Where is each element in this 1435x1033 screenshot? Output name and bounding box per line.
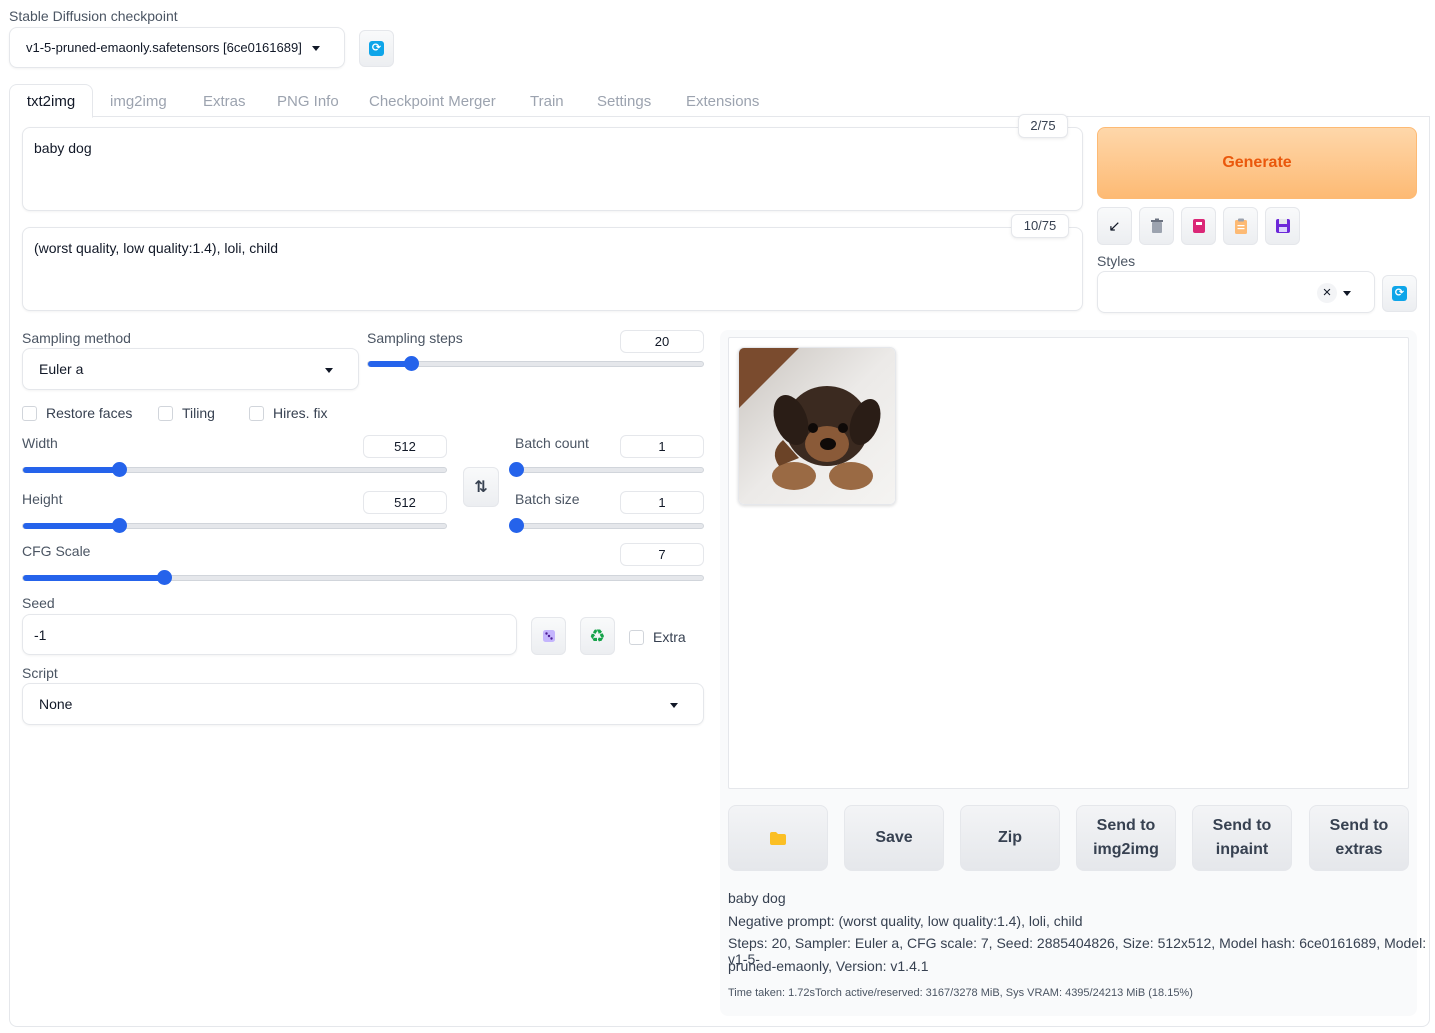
generate-button[interactable]: Generate: [1097, 127, 1417, 199]
script-dropdown[interactable]: None: [22, 683, 704, 725]
clear-styles-icon[interactable]: ×: [1317, 283, 1337, 303]
tab-checkpoint-merger[interactable]: Checkpoint Merger: [369, 93, 496, 110]
chevron-down-icon: [1343, 291, 1351, 296]
info-prompt: baby dog: [728, 890, 786, 906]
show-extra-networks-button[interactable]: [1181, 207, 1216, 245]
sampling-steps-slider[interactable]: [367, 356, 704, 371]
chevron-down-icon: [312, 46, 320, 51]
height-fill: [23, 523, 119, 529]
height-slider[interactable]: [22, 518, 447, 533]
folder-icon: [770, 831, 786, 845]
restore-faces-checkbox[interactable]: [22, 406, 37, 421]
batch-count-input[interactable]: 1: [620, 435, 704, 458]
tab-txt2img[interactable]: txt2img: [9, 84, 93, 118]
checkpoint-value: v1-5-pruned-emaonly.safetensors [6ce0161…: [26, 40, 302, 55]
output-gallery: [728, 337, 1409, 789]
send-to-inpaint-button[interactable]: Send to inpaint: [1192, 805, 1292, 871]
tab-train[interactable]: Train: [530, 93, 564, 110]
random-seed-button[interactable]: [531, 617, 566, 655]
seed-input[interactable]: -1: [22, 614, 517, 655]
save-button[interactable]: Save: [844, 805, 944, 871]
refresh-icon: ⟳: [369, 41, 384, 56]
open-folder-button[interactable]: [728, 805, 828, 871]
script-label: Script: [22, 665, 58, 681]
tiling-checkbox[interactable]: [158, 406, 173, 421]
tiling-label: Tiling: [182, 405, 215, 421]
swap-arrows-icon: ⇅: [474, 479, 488, 496]
prompt-token-counter: 2/75: [1018, 114, 1068, 138]
clear-prompt-button[interactable]: [1139, 207, 1174, 245]
batch-size-thumb[interactable]: [509, 518, 524, 533]
refresh-styles-button[interactable]: ⟳: [1382, 275, 1417, 312]
extra-seed-label: Extra: [653, 629, 686, 645]
send-to-extras-button[interactable]: Send to extras: [1309, 805, 1409, 871]
floppy-disk-icon: [1275, 219, 1290, 233]
sampling-steps-label: Sampling steps: [367, 330, 463, 346]
width-thumb[interactable]: [111, 462, 127, 477]
sampling-method-dropdown[interactable]: Euler a: [22, 348, 359, 390]
negative-prompt-textarea[interactable]: (worst quality, low quality:1.4), loli, …: [22, 227, 1083, 311]
width-fill: [23, 467, 119, 473]
refresh-icon: ⟳: [1392, 286, 1407, 301]
arrow-down-left-icon: ↙: [1108, 218, 1121, 235]
chevron-down-icon: [325, 368, 333, 373]
puppy-image: [739, 348, 895, 504]
tab-settings[interactable]: Settings: [597, 93, 651, 110]
send-to-img2img-button[interactable]: Send to img2img: [1076, 805, 1176, 871]
checkpoint-label: Stable Diffusion checkpoint: [9, 8, 178, 24]
styles-label: Styles: [1097, 253, 1136, 269]
sampling-steps-input[interactable]: 20: [620, 330, 704, 353]
save-style-button[interactable]: [1265, 207, 1300, 245]
extra-seed-checkbox[interactable]: [629, 630, 644, 645]
sampling-method-label: Sampling method: [22, 330, 131, 346]
clipboard-icon: [1234, 218, 1247, 234]
apply-styles-button[interactable]: [1223, 207, 1258, 245]
batch-size-slider[interactable]: [509, 518, 704, 533]
checkpoint-dropdown[interactable]: v1-5-pruned-emaonly.safetensors [6ce0161…: [9, 27, 345, 68]
batch-count-label: Batch count: [515, 435, 589, 451]
batch-size-input[interactable]: 1: [620, 491, 704, 514]
info-time-taken: Time taken: 1.72sTorch active/reserved: …: [728, 987, 1193, 999]
dice-icon: [542, 630, 555, 642]
cfg-scale-input[interactable]: 7: [620, 543, 704, 566]
tab-png-info[interactable]: PNG Info: [277, 93, 339, 110]
cfg-scale-slider[interactable]: [22, 570, 704, 585]
negative-prompt-token-counter: 10/75: [1011, 214, 1069, 238]
cfg-scale-label: CFG Scale: [22, 543, 91, 559]
tab-img2img[interactable]: img2img: [110, 93, 167, 110]
height-label: Height: [22, 491, 63, 507]
swap-dimensions-button[interactable]: ⇅: [463, 467, 499, 507]
generated-image-thumbnail[interactable]: [738, 347, 896, 505]
trash-icon: [1150, 218, 1163, 233]
batch-size-label: Batch size: [515, 491, 580, 507]
zip-button[interactable]: Zip: [960, 805, 1060, 871]
width-input[interactable]: 512: [363, 435, 447, 458]
height-input[interactable]: 512: [363, 491, 447, 514]
styles-dropdown[interactable]: ×: [1097, 271, 1375, 313]
tab-extensions[interactable]: Extensions: [686, 93, 759, 110]
book-icon: [1192, 219, 1205, 233]
restore-faces-label: Restore faces: [46, 405, 133, 421]
width-slider[interactable]: [22, 462, 447, 477]
info-params-continued: pruned-emaonly, Version: v1.4.1: [728, 958, 929, 974]
chevron-down-icon: [670, 703, 678, 708]
reuse-seed-button[interactable]: ♻: [580, 617, 615, 655]
hires-fix-checkbox[interactable]: [249, 406, 264, 421]
cfg-scale-fill: [23, 575, 164, 581]
batch-count-thumb[interactable]: [509, 462, 524, 477]
seed-label: Seed: [22, 595, 55, 611]
width-label: Width: [22, 435, 58, 451]
info-negative-prompt: Negative prompt: (worst quality, low qua…: [728, 913, 1083, 929]
recycle-icon: ♻: [589, 625, 606, 646]
sampling-steps-thumb[interactable]: [403, 356, 419, 371]
height-thumb[interactable]: [111, 518, 127, 533]
tab-extras[interactable]: Extras: [203, 93, 246, 110]
refresh-checkpoint-button[interactable]: ⟳: [359, 30, 394, 67]
prompt-textarea[interactable]: baby dog: [22, 127, 1083, 211]
batch-count-slider[interactable]: [509, 462, 704, 477]
cfg-scale-thumb[interactable]: [156, 570, 172, 585]
read-params-button[interactable]: ↙: [1097, 207, 1132, 245]
hires-fix-label: Hires. fix: [273, 405, 328, 421]
